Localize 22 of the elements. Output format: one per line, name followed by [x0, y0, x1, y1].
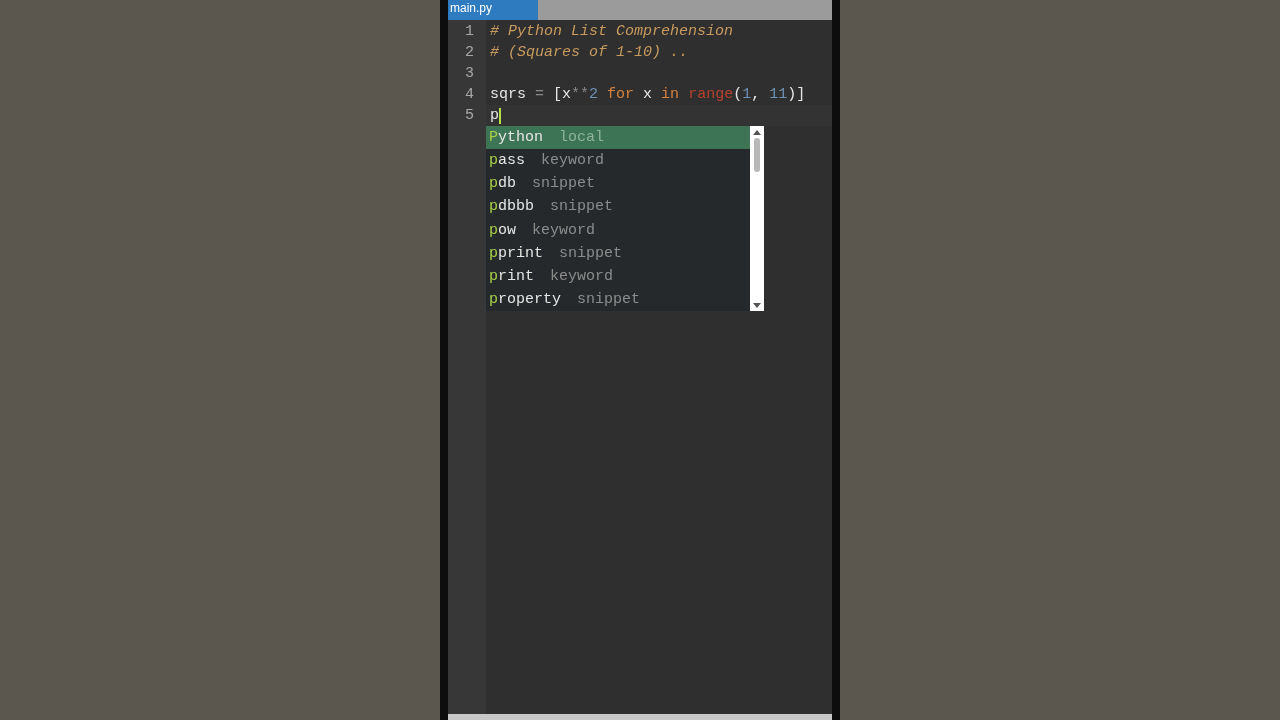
line-number: 4	[465, 86, 474, 103]
completion-item[interactable]: property snippet	[486, 287, 750, 311]
completion-item[interactable]: Python local	[486, 126, 750, 150]
code-comment: # Python List Comprehension	[490, 22, 734, 42]
line-number: 3	[465, 65, 474, 82]
line-number: 5	[465, 107, 474, 124]
completion-item[interactable]: pdb snippet	[486, 172, 750, 196]
code-line: sqrs = [x**2 for x in range(1, 11)]	[490, 85, 806, 105]
line-number: 1	[465, 23, 474, 40]
completion-item[interactable]: pprint snippet	[486, 241, 750, 265]
completion-item[interactable]: pow keyword	[486, 218, 750, 242]
scrollbar[interactable]	[750, 126, 764, 311]
file-tab[interactable]: main.py	[448, 0, 538, 20]
horizontal-scrollbar[interactable]	[448, 714, 832, 720]
code-line: p	[490, 106, 499, 126]
text-cursor	[499, 107, 501, 124]
completion-item[interactable]: print keyword	[486, 264, 750, 288]
line-number: 2	[465, 44, 474, 61]
completion-item[interactable]: pdbbb snippet	[486, 195, 750, 219]
scroll-thumb[interactable]	[754, 138, 760, 172]
completion-item[interactable]: pass keyword	[486, 149, 750, 173]
code-comment: # (Squares of 1-10) ..	[490, 43, 689, 63]
